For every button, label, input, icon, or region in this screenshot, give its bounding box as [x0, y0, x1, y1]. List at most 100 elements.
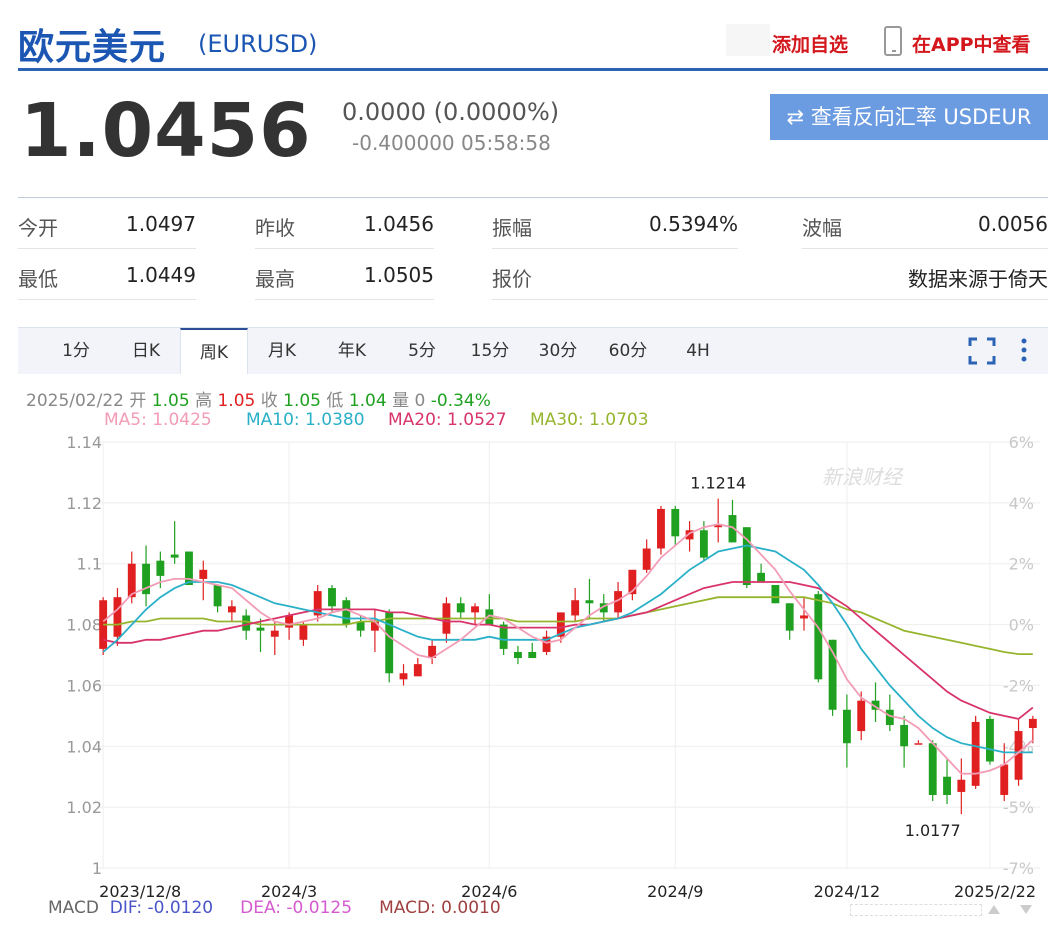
candle-body [699, 530, 708, 558]
tab-yearly[interactable]: 年K [324, 328, 380, 374]
candle-body [842, 709, 851, 744]
add-watchlist-button[interactable]: 添加自选 [772, 30, 848, 57]
watermark: 新浪财经 [822, 465, 904, 489]
add-watchlist-icon [726, 24, 770, 56]
pct-tick-label: -2% [1003, 676, 1034, 695]
scroll-arrows-icon[interactable] [986, 902, 1034, 916]
reverse-rate-button[interactable]: ⇄ 查看反向汇率 USDEUR [770, 94, 1048, 140]
candle-body [657, 508, 665, 549]
candle-body [270, 630, 279, 637]
stat-prev-label: 昨收 [255, 216, 295, 240]
candle-body [471, 606, 479, 613]
pct-tick-label: 4% [1009, 494, 1034, 513]
candle-body [785, 603, 794, 631]
kline-chart[interactable]: 新浪财经 1.14 1.12 1.1 1.08 1.06 1.04 1.02 1 6% 4% 2%… [0, 430, 1058, 900]
pct-tick-label: -5% [1003, 798, 1034, 817]
candle-body [413, 664, 422, 677]
stat-separator [18, 299, 196, 300]
tab-5min[interactable]: 5分 [394, 328, 450, 374]
candle-body [385, 612, 394, 674]
candle-body [957, 779, 966, 792]
pct-tick-label: 2% [1009, 555, 1034, 574]
macd-label: MACD [48, 898, 99, 918]
candle-body [227, 606, 236, 613]
stat-open-label: 今开 [18, 216, 58, 240]
candle-body [928, 743, 937, 795]
info-pct: -0.34% [430, 391, 491, 411]
candle-body [671, 508, 680, 537]
info-close: 1.05 [283, 391, 321, 411]
info-vol: 0 [414, 391, 426, 411]
stat-separator [492, 299, 1048, 300]
tab-30min[interactable]: 30分 [530, 328, 586, 374]
y-tick-label: 1.12 [66, 494, 102, 513]
x-tick-label: 2024/12 [814, 882, 880, 900]
price-sub-info: -0.400000 05:58:58 [352, 131, 551, 155]
candle-body [285, 615, 294, 628]
stat-separator [802, 248, 1048, 249]
stat-open-value: 1.0497 [126, 212, 196, 236]
stat-separator [255, 299, 434, 300]
legend-ma5: MA5: 1.0425 [104, 410, 212, 430]
scroll-track[interactable] [850, 904, 982, 916]
tab-60min[interactable]: 60分 [600, 328, 656, 374]
phone-icon [884, 26, 902, 56]
candle-body [156, 560, 165, 576]
stat-quote-label: 报价 [492, 267, 532, 291]
stat-wave-value: 0.0056 [978, 212, 1048, 236]
candle-body [914, 743, 923, 745]
info-open-label: 开 [129, 391, 147, 411]
tab-15min[interactable]: 15分 [462, 328, 518, 374]
period-tab-bar: 1分 日K 周K 月K 年K 5分 15分 30分 60分 4H [18, 327, 1048, 374]
y-tick-label: 1.04 [66, 737, 102, 756]
stat-high-value: 1.0505 [364, 263, 434, 287]
macd-dif: DIF: -0.0120 [109, 898, 214, 918]
stat-separator [492, 248, 738, 249]
candle-body [814, 594, 823, 680]
info-open: 1.05 [151, 391, 190, 411]
price-change: 0.0000 (0.0000%) [342, 98, 560, 126]
candle-body [242, 615, 251, 631]
candle-body [256, 627, 265, 631]
more-icon[interactable] [1018, 337, 1030, 365]
candle-body [170, 554, 179, 558]
tab-weekly[interactable]: 周K [180, 328, 248, 374]
info-high-label: 高 [195, 391, 213, 411]
candle-body [800, 615, 808, 619]
y-tick-label: 1.08 [66, 616, 102, 635]
info-date: 2025/02/22 [26, 391, 124, 411]
candle-body [585, 600, 594, 604]
x-tick-label: 2024/9 [647, 882, 703, 900]
tab-monthly[interactable]: 月K [254, 328, 310, 374]
info-close-label: 收 [260, 391, 278, 411]
view-in-app-button[interactable]: 在APP中查看 [912, 30, 1031, 57]
legend-ma20: MA20: 1.0527 [388, 410, 507, 430]
tab-daily[interactable]: 日K [118, 328, 174, 374]
stat-separator [255, 248, 434, 249]
candle-body [328, 588, 336, 607]
candle-body [571, 600, 580, 616]
stat-high-label: 最高 [255, 267, 295, 291]
fullscreen-icon[interactable] [968, 337, 996, 365]
candle-body [986, 718, 994, 762]
y-tick-label: 1.06 [66, 676, 102, 695]
stat-wave-label: 波幅 [802, 216, 842, 240]
pct-tick-label: 0% [1009, 616, 1034, 635]
tab-4h[interactable]: 4H [670, 328, 726, 374]
ma20-line [103, 581, 1034, 720]
symbol-code: (EURUSD) [198, 30, 318, 58]
macd-legend-row: MACD DIF: -0.0120 DEA: -0.0125 MACD: 0.0… [48, 898, 501, 918]
price-annotation: 1.0177 [905, 821, 961, 840]
candle-body [900, 724, 909, 747]
candle-body [757, 572, 766, 582]
legend-ma30: MA30: 1.0703 [530, 410, 649, 430]
price-annotation: 1.1214 [690, 474, 746, 493]
candle-body [514, 651, 522, 659]
candle-body [299, 624, 308, 640]
tab-1min[interactable]: 1分 [48, 328, 104, 374]
header-divider [18, 68, 1048, 71]
info-high: 1.05 [217, 391, 256, 411]
candle-body [528, 651, 537, 659]
candle-body [943, 776, 951, 795]
legend-ma10: MA10: 1.0380 [246, 410, 365, 430]
